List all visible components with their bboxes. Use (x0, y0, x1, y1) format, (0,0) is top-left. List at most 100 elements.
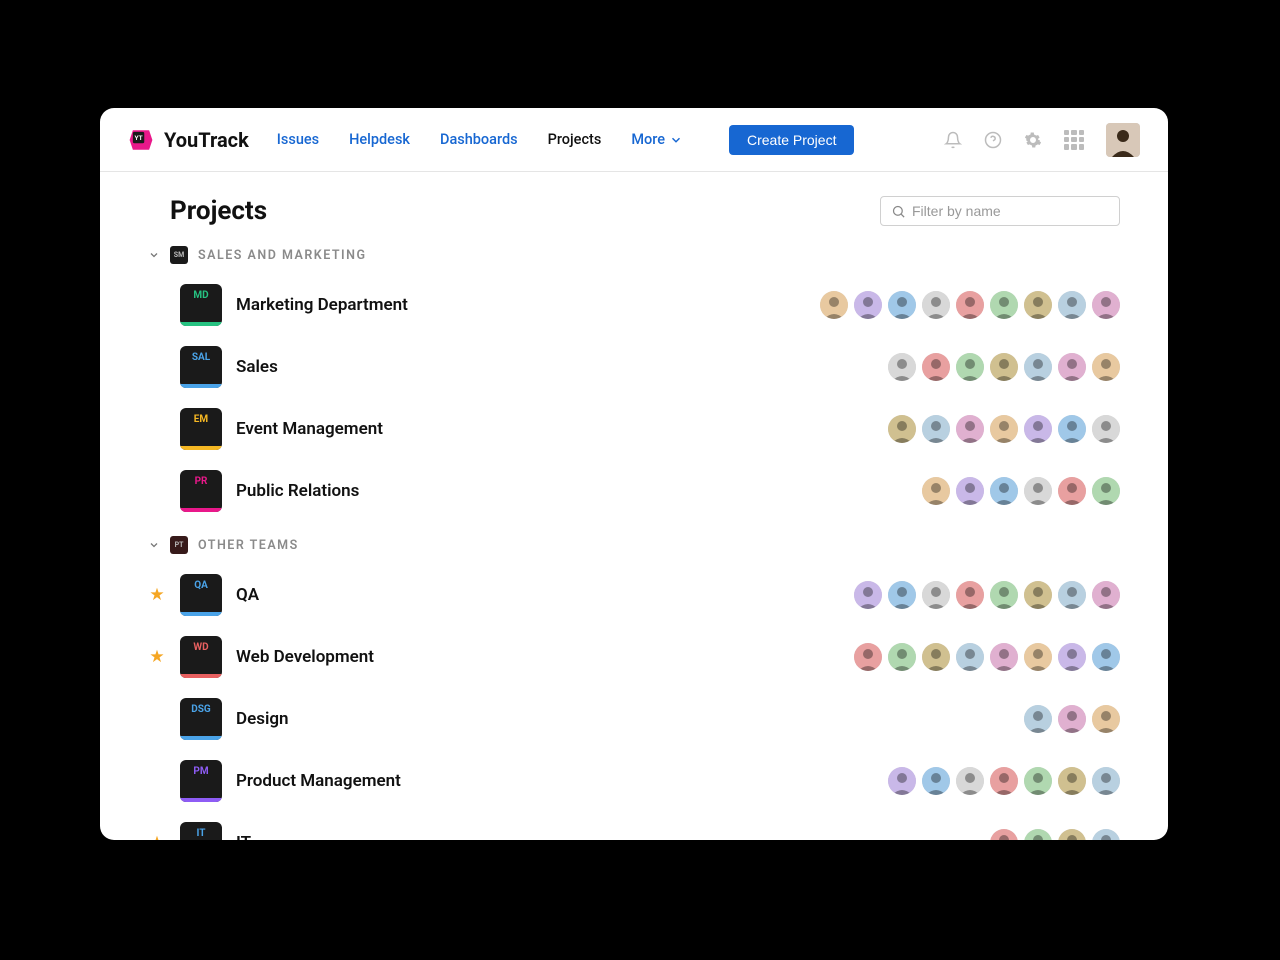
member-avatar[interactable] (1024, 705, 1052, 733)
project-icon[interactable]: DSG (180, 698, 222, 740)
member-avatar[interactable] (990, 581, 1018, 609)
member-avatar[interactable] (1058, 291, 1086, 319)
group-icon: SM (170, 246, 188, 264)
member-avatar[interactable] (1092, 291, 1120, 319)
project-name[interactable]: Product Management (236, 771, 874, 791)
logo[interactable]: YT YouTrack (128, 127, 249, 153)
member-avatar[interactable] (1058, 829, 1086, 840)
member-avatar[interactable] (956, 643, 984, 671)
star-column[interactable]: ★ (148, 585, 166, 605)
member-avatar[interactable] (956, 415, 984, 443)
project-icon[interactable]: EM (180, 408, 222, 450)
project-name[interactable]: Sales (236, 357, 874, 377)
member-avatar[interactable] (1092, 353, 1120, 381)
member-avatar[interactable] (1024, 415, 1052, 443)
nav-dashboards[interactable]: Dashboards (440, 131, 518, 148)
member-avatar[interactable] (1058, 415, 1086, 443)
member-avatar[interactable] (1024, 829, 1052, 840)
project-icon[interactable]: WD (180, 636, 222, 678)
filter-box[interactable] (880, 196, 1120, 226)
nav-projects[interactable]: Projects (548, 131, 602, 148)
member-avatar[interactable] (1058, 643, 1086, 671)
member-avatar[interactable] (990, 767, 1018, 795)
project-name[interactable]: Design (236, 709, 1010, 729)
member-avatar[interactable] (888, 353, 916, 381)
project-name[interactable]: Event Management (236, 419, 874, 439)
member-avatar[interactable] (1092, 581, 1120, 609)
star-column[interactable]: ★ (148, 833, 166, 840)
member-avatar[interactable] (990, 477, 1018, 505)
member-avatar[interactable] (1058, 581, 1086, 609)
member-avatar[interactable] (888, 581, 916, 609)
member-avatar[interactable] (990, 415, 1018, 443)
member-avatar[interactable] (956, 477, 984, 505)
star-icon[interactable]: ★ (149, 585, 164, 605)
member-avatar[interactable] (956, 353, 984, 381)
project-icon[interactable]: SAL (180, 346, 222, 388)
member-avatar[interactable] (820, 291, 848, 319)
star-column[interactable]: ★ (148, 647, 166, 667)
member-avatar[interactable] (854, 581, 882, 609)
member-avatar[interactable] (1058, 353, 1086, 381)
member-avatar[interactable] (888, 415, 916, 443)
nav-more[interactable]: More (631, 131, 683, 148)
notifications-icon[interactable] (944, 131, 962, 149)
member-avatar[interactable] (990, 353, 1018, 381)
nav-helpdesk[interactable]: Helpdesk (349, 131, 410, 148)
apps-grid-icon[interactable] (1064, 130, 1084, 150)
member-avatar[interactable] (1058, 477, 1086, 505)
create-project-button[interactable]: Create Project (729, 125, 854, 155)
member-avatar[interactable] (1024, 353, 1052, 381)
member-avatar[interactable] (1092, 829, 1120, 840)
member-avatar[interactable] (990, 829, 1018, 840)
member-avatar[interactable] (888, 643, 916, 671)
project-icon[interactable]: PR (180, 470, 222, 512)
project-name[interactable]: Marketing Department (236, 295, 806, 315)
group-header[interactable]: PTOTHER TEAMS (148, 536, 1120, 554)
member-avatar[interactable] (1092, 767, 1120, 795)
member-avatar[interactable] (854, 643, 882, 671)
member-avatar[interactable] (922, 581, 950, 609)
group-header[interactable]: SMSALES AND MARKETING (148, 246, 1120, 264)
member-avatar[interactable] (922, 767, 950, 795)
member-avatar[interactable] (922, 477, 950, 505)
project-icon[interactable]: IT (180, 822, 222, 840)
project-name[interactable]: Public Relations (236, 481, 908, 501)
user-avatar[interactable] (1106, 123, 1140, 157)
member-avatar[interactable] (956, 291, 984, 319)
member-avatar[interactable] (854, 291, 882, 319)
project-name[interactable]: QA (236, 585, 840, 605)
member-avatar[interactable] (956, 767, 984, 795)
help-icon[interactable] (984, 131, 1002, 149)
member-avatar[interactable] (1092, 705, 1120, 733)
project-icon[interactable]: MD (180, 284, 222, 326)
settings-icon[interactable] (1024, 131, 1042, 149)
member-avatar[interactable] (1024, 291, 1052, 319)
member-avatar[interactable] (1024, 581, 1052, 609)
member-avatar[interactable] (922, 415, 950, 443)
member-avatar[interactable] (1058, 767, 1086, 795)
member-avatar[interactable] (888, 291, 916, 319)
member-avatar[interactable] (922, 291, 950, 319)
member-avatar[interactable] (990, 291, 1018, 319)
member-avatar[interactable] (1024, 767, 1052, 795)
project-name[interactable]: IT (236, 833, 976, 840)
project-name[interactable]: Web Development (236, 647, 840, 667)
project-icon[interactable]: QA (180, 574, 222, 616)
star-icon[interactable]: ★ (149, 647, 164, 667)
member-avatar[interactable] (922, 353, 950, 381)
project-icon[interactable]: PM (180, 760, 222, 802)
member-avatar[interactable] (1058, 705, 1086, 733)
member-avatar[interactable] (990, 643, 1018, 671)
member-avatar[interactable] (888, 767, 916, 795)
member-avatar[interactable] (1092, 643, 1120, 671)
member-avatar[interactable] (1024, 643, 1052, 671)
member-avatar[interactable] (1024, 477, 1052, 505)
member-avatar[interactable] (1092, 415, 1120, 443)
star-icon[interactable]: ★ (149, 833, 164, 840)
member-avatar[interactable] (1092, 477, 1120, 505)
member-avatar[interactable] (956, 581, 984, 609)
nav-issues[interactable]: Issues (277, 131, 319, 148)
member-avatar[interactable] (922, 643, 950, 671)
filter-input[interactable] (912, 203, 1109, 219)
